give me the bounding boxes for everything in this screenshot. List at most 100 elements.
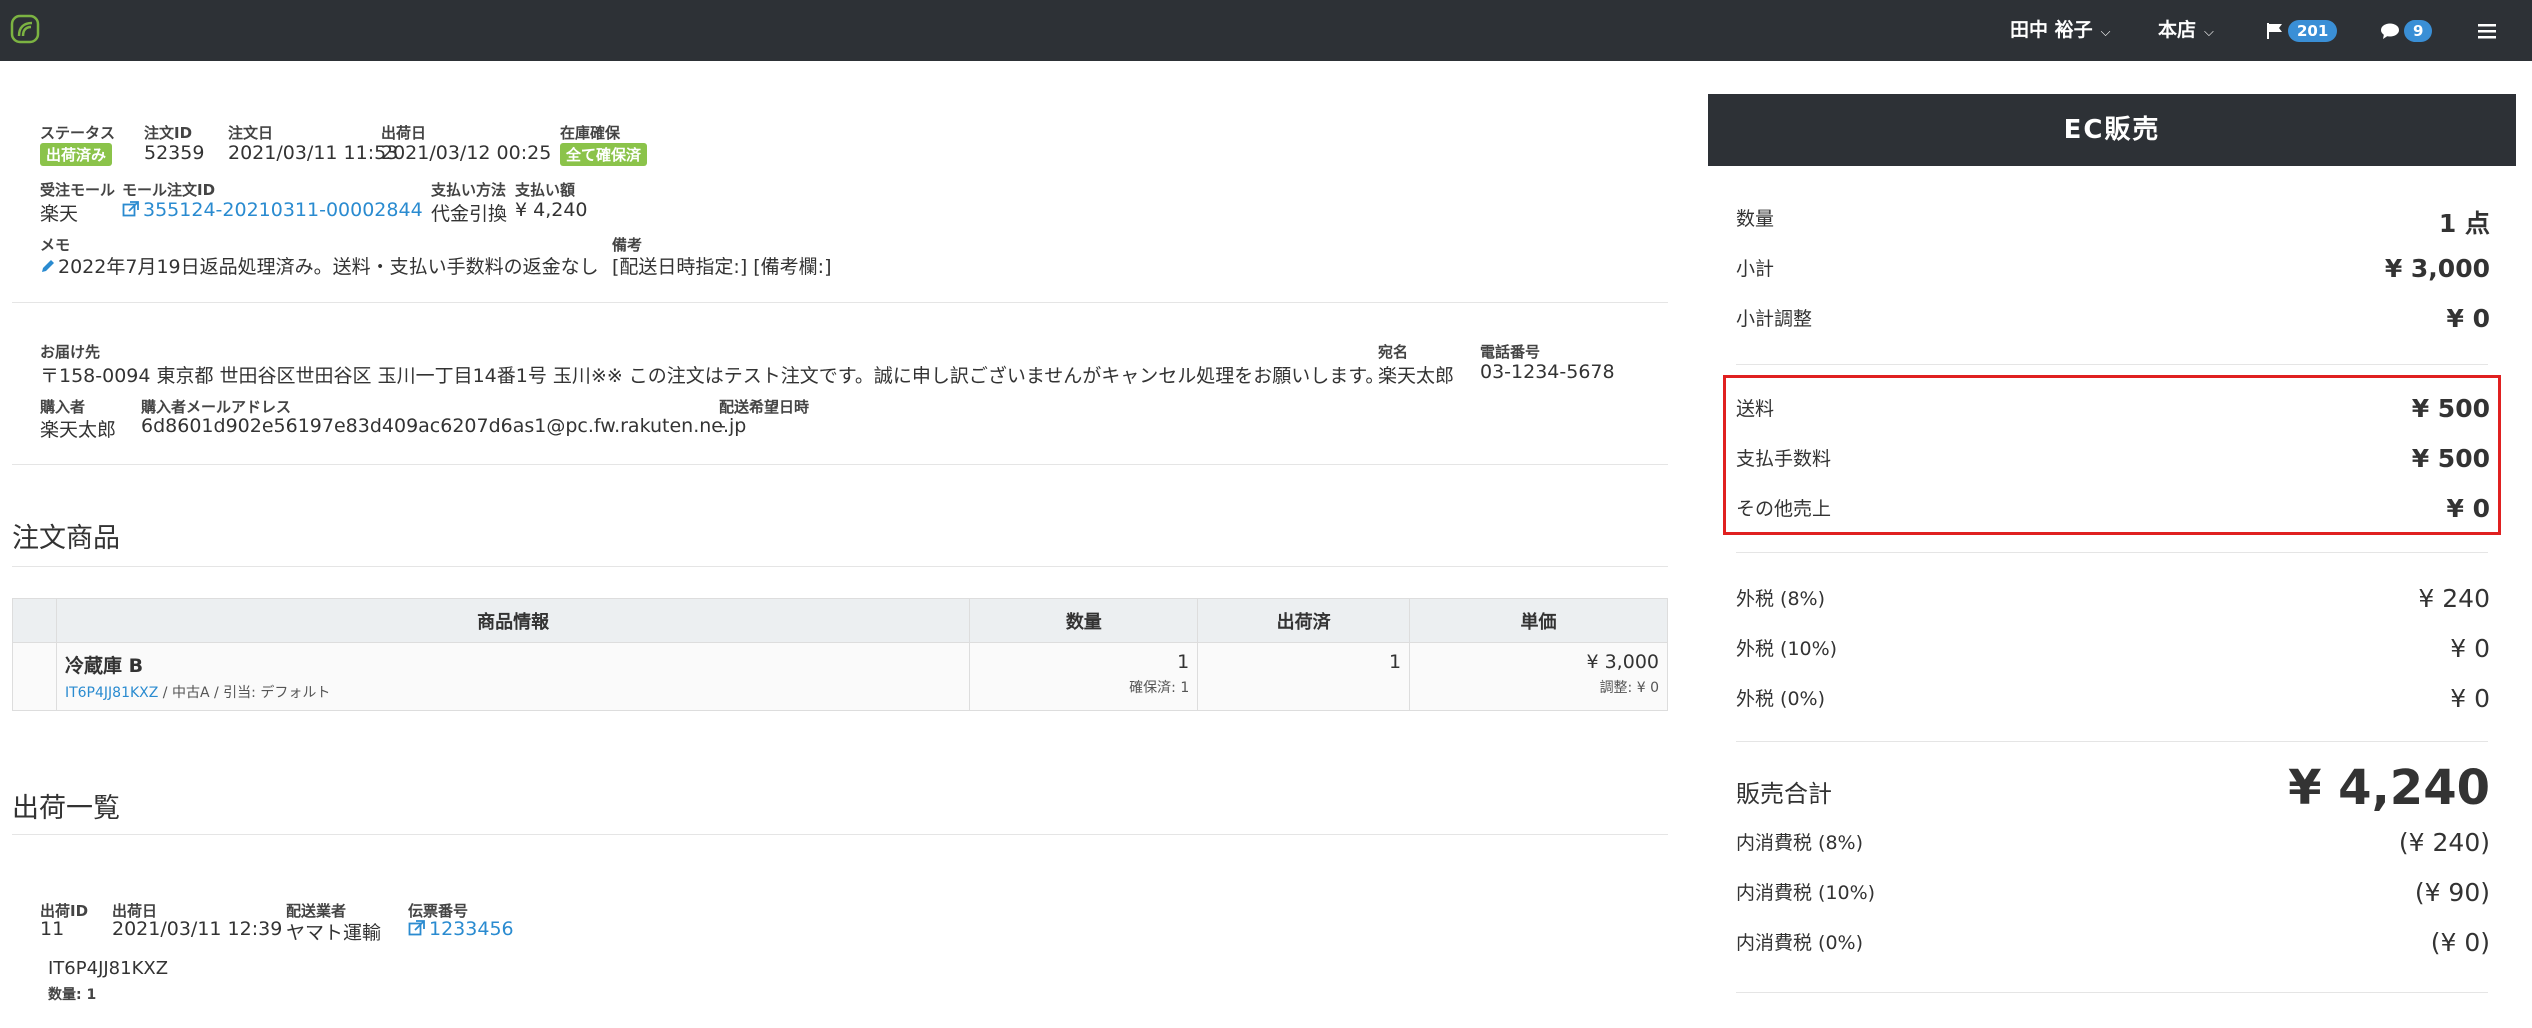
payment-amount-value: ¥ 4,240 xyxy=(515,199,588,221)
summary-intax10-value: (¥ 90) xyxy=(2414,878,2490,907)
mall-order-id-text: 355124-20210311-00002844 xyxy=(143,199,423,221)
summary-tax10-label: 外税 (10%) xyxy=(1736,638,1838,660)
products-table: 商品情報 数量 出荷済 単価 冷蔵庫 B IT6P4JJ81KXZ / 中古A … xyxy=(12,598,1668,711)
shipment-item-sku: IT6P4JJ81KXZ xyxy=(48,958,169,979)
unit-price-cell: ¥ 3,000 調整: ¥ 0 xyxy=(1409,642,1668,711)
mall-order-id-link[interactable]: 355124-20210311-00002844 xyxy=(122,199,423,221)
payment-amount-label: 支払い額 xyxy=(515,181,576,199)
summary-tax10-value: ¥ 0 xyxy=(2450,634,2490,663)
email-value: 6d8601d902e56197e83d409ac6207d6as1@pc.fw… xyxy=(141,415,747,437)
stock-label: 在庫確保 xyxy=(560,124,621,142)
summary-tax0-label: 外税 (0%) xyxy=(1736,688,1826,710)
desired-date-value: - xyxy=(719,415,726,437)
recipient-value: 楽天太郎 xyxy=(1378,365,1455,387)
table-header-quantity: 数量 xyxy=(969,598,1199,643)
address-value: 〒158-0094 東京都 世田谷区世田谷区 玉川一丁目14番1号 玉川※※ こ… xyxy=(40,365,1385,387)
notification-count-badge: 201 xyxy=(2288,19,2338,42)
summary-quantity-value: 1 点 xyxy=(2438,209,2490,238)
memo-value[interactable]: 2022年7月19日返品処理済み。送料・支払い手数料の返金なし xyxy=(40,252,599,279)
messages-button[interactable]: 9 xyxy=(2380,0,2433,61)
tracking-number: 1233456 xyxy=(429,918,514,940)
tracking-link[interactable]: 1233456 xyxy=(408,918,514,940)
summary-subtotal-label: 小計 xyxy=(1736,258,1775,280)
summary-total-label: 販売合計 xyxy=(1736,780,1832,808)
order-date-label: 注文日 xyxy=(228,124,274,142)
summary-intax0-label: 内消費税 (0%) xyxy=(1736,932,1864,954)
shipped-cell: 1 xyxy=(1197,642,1411,711)
status-badge: 出荷済み xyxy=(40,143,113,166)
app-logo-icon[interactable] xyxy=(10,14,40,44)
payment-method-value: 代金引換 xyxy=(431,203,508,225)
summary-intax10-label: 内消費税 (10%) xyxy=(1736,882,1876,904)
product-detail: IT6P4JJ81KXZ / 中古A / 引当: デフォルト xyxy=(65,678,969,702)
email-label: 購入者メールアドレス xyxy=(141,398,292,416)
summary-tax8-value: ¥ 240 xyxy=(2418,584,2490,613)
shipment-item-qty: 数量: 1 xyxy=(48,987,97,1003)
stock-badge: 全て確保済 xyxy=(560,143,648,166)
remarks-value: [配送日時指定:] [備考欄:] xyxy=(612,256,832,278)
flag-icon xyxy=(2267,22,2282,39)
product-sku-link[interactable]: IT6P4JJ81KXZ xyxy=(65,685,158,701)
notifications-button[interactable]: 201 xyxy=(2266,0,2338,61)
summary-intax8-value: (¥ 240) xyxy=(2398,828,2490,857)
table-header-shipped: 出荷済 xyxy=(1197,598,1411,643)
ship-date-value: 2021/03/12 00:25 xyxy=(381,142,552,164)
unit-price-value: ¥ 3,000 xyxy=(1586,651,1659,673)
shipped-value: 1 xyxy=(1389,651,1402,673)
shipment-date-value: 2021/03/11 12:39 xyxy=(112,918,283,940)
mall-value: 楽天 xyxy=(40,203,79,225)
table-header-handle xyxy=(12,598,57,643)
top-navbar: 田中 裕子 ⌵ 本店 ⌵ 201 9 xyxy=(0,0,2532,61)
ship-date-label: 出荷日 xyxy=(381,124,427,142)
mall-label: 受注モール xyxy=(40,181,116,199)
table-header-row: 商品情報 数量 出荷済 単価 xyxy=(12,598,1668,643)
buyer-value: 楽天太郎 xyxy=(40,419,117,441)
divider xyxy=(12,566,1668,567)
order-id-value: 52359 xyxy=(144,142,205,164)
summary-tax0-value: ¥ 0 xyxy=(2450,684,2490,713)
store-name: 本店 xyxy=(2158,19,2197,41)
summary-other-value: ¥ 0 xyxy=(2446,494,2491,523)
summary-subtotal-value: ¥ 3,000 xyxy=(2384,254,2490,283)
order-date-value: 2021/03/11 11:53 xyxy=(228,142,399,164)
divider xyxy=(1736,364,2488,365)
divider xyxy=(12,302,1668,303)
desired-date-label: 配送希望日時 xyxy=(719,398,810,416)
summary-panel-title: EC販売 xyxy=(1708,94,2516,166)
price-adjustment: 調整: ¥ 0 xyxy=(1599,680,1659,696)
table-header-product-info: 商品情報 xyxy=(55,598,971,643)
phone-value: 03-1234-5678 xyxy=(1480,361,1615,383)
summary-total-value: ¥ 4,240 xyxy=(2288,760,2490,816)
pencil-icon xyxy=(42,260,54,272)
shipment-id-value: 11 xyxy=(40,918,65,940)
divider xyxy=(1736,741,2488,742)
summary-intax8-label: 内消費税 (8%) xyxy=(1736,832,1864,854)
product-name: 冷蔵庫 B xyxy=(64,655,144,677)
summary-quantity-label: 数量 xyxy=(1736,208,1775,230)
divider xyxy=(1736,992,2488,993)
payment-method-label: 支払い方法 xyxy=(431,181,507,199)
hamburger-menu-button[interactable] xyxy=(2478,0,2496,61)
divider xyxy=(12,464,1668,465)
user-menu[interactable]: 田中 裕子 ⌵ xyxy=(2010,0,2110,61)
quantity-value: 1 xyxy=(1177,651,1190,673)
summary-payment-fee-label: 支払手数料 xyxy=(1736,448,1832,470)
external-link-icon xyxy=(408,920,425,936)
quantity-reserved: 確保済: 1 xyxy=(1129,680,1190,696)
summary-subtotal-adj-label: 小計調整 xyxy=(1736,308,1813,330)
external-link-icon xyxy=(122,201,139,217)
product-info-cell: 冷蔵庫 B IT6P4JJ81KXZ / 中古A / 引当: デフォルト xyxy=(55,642,971,711)
memo-text: 2022年7月19日返品処理済み。送料・支払い手数料の返金なし xyxy=(58,256,599,278)
buyer-label: 購入者 xyxy=(40,398,86,416)
divider xyxy=(1736,552,2488,553)
message-count-badge: 9 xyxy=(2404,19,2433,42)
status-label: ステータス xyxy=(40,124,116,142)
store-menu[interactable]: 本店 ⌵ xyxy=(2158,0,2214,61)
highlight-box xyxy=(1723,375,2501,535)
table-row: 冷蔵庫 B IT6P4JJ81KXZ / 中古A / 引当: デフォルト 1 確… xyxy=(12,642,1668,711)
product-detail-text: / 中古A / 引当: デフォルト xyxy=(158,685,331,701)
recipient-label: 宛名 xyxy=(1378,343,1409,361)
divider xyxy=(12,834,1668,835)
products-section-title: 注文商品 xyxy=(12,523,120,554)
summary-tax8-label: 外税 (8%) xyxy=(1736,588,1826,610)
